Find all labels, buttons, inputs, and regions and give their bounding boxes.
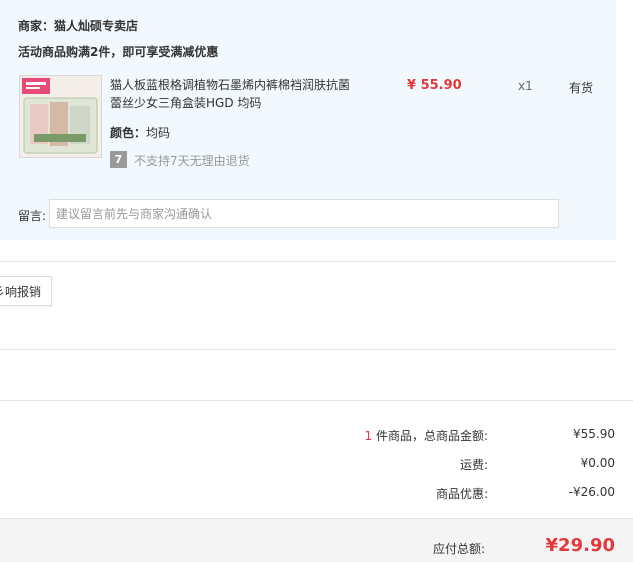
return-policy-icon: 7: [110, 151, 127, 168]
shipping-label: 运费:: [459, 458, 488, 472]
color-label: 颜色：: [110, 126, 147, 140]
stock-status: 有货: [569, 81, 594, 95]
product-color-attr: 颜色：均码: [110, 124, 170, 141]
return-policy-text: 不支持7天无理由退货: [134, 154, 250, 168]
total-amount: ¥29.90: [545, 535, 615, 556]
item-total-text: 件商品，总商品金额:: [372, 429, 488, 443]
message-input[interactable]: [49, 199, 559, 228]
divider: [0, 400, 633, 401]
product-name[interactable]: 猫人板蓝根格调植物石墨烯内裤棉裆润肤抗菌蕾丝少女三角盒装HGD 均码: [110, 76, 360, 112]
merchant-name: 商家：猫人灿硕专卖店: [18, 19, 139, 33]
item-total-label: 1 件商品，总商品金额:: [365, 427, 489, 444]
discount-amount: -¥26.00: [568, 485, 615, 499]
total-bar: [0, 518, 633, 562]
product-image: [20, 76, 101, 157]
divider: [0, 261, 616, 262]
product-quantity: x1: [518, 79, 533, 93]
total-label: 应付总额:: [432, 542, 485, 556]
promo-text: 活动商品购满2件，即可享受满减优惠: [18, 45, 219, 59]
reimburse-button[interactable]: 彡响报销: [0, 276, 52, 306]
item-total-amount: ¥55.90: [573, 427, 615, 441]
item-count: 1: [364, 429, 373, 443]
product-price: ¥ 55.90: [407, 78, 462, 93]
color-value: 均码: [146, 126, 171, 140]
shipping-amount: ¥0.00: [580, 456, 615, 470]
divider: [0, 349, 616, 350]
discount-label: 商品优惠:: [435, 487, 488, 501]
product-thumbnail[interactable]: [19, 75, 102, 158]
message-label: 留言:: [18, 209, 47, 223]
